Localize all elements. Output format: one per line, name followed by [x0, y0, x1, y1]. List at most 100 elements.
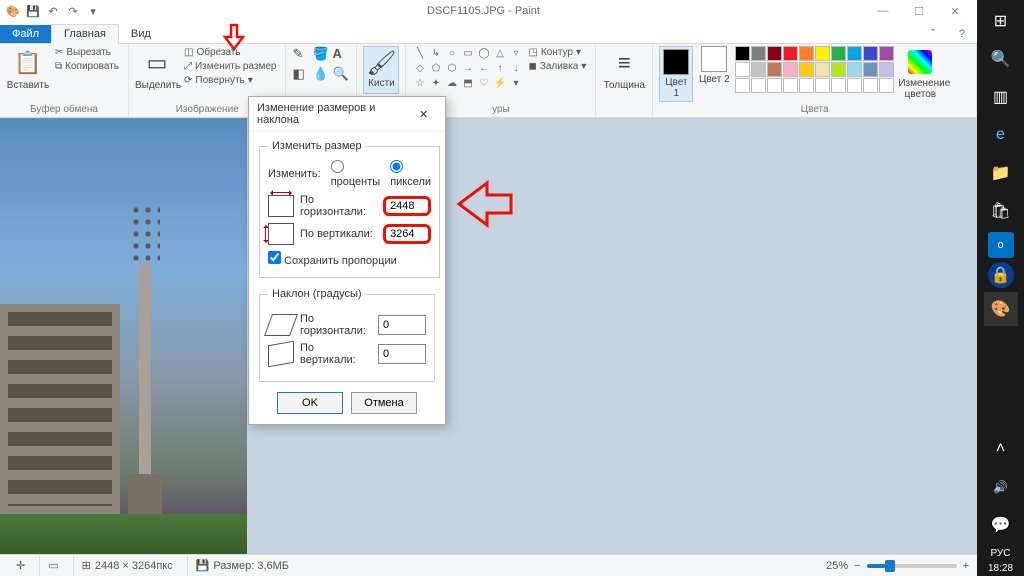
close-button[interactable]: ✕: [937, 0, 973, 22]
zoom-tool[interactable]: 🔍: [332, 66, 350, 82]
palette-swatch[interactable]: [847, 62, 862, 77]
tab-view[interactable]: Вид: [119, 25, 163, 43]
edge-icon[interactable]: e: [984, 118, 1018, 152]
palette-swatch[interactable]: [751, 46, 766, 61]
volume-icon[interactable]: 🔊: [984, 470, 1018, 504]
copy-button[interactable]: ⧉Копировать: [52, 60, 122, 73]
skew-legend: Наклон (градусы): [268, 288, 366, 300]
palette-swatch[interactable]: [863, 78, 878, 93]
edit-colors-button[interactable]: Изменение цветов: [898, 46, 942, 100]
palette-swatch[interactable]: [879, 78, 894, 93]
app-icon: 🎨: [4, 2, 22, 20]
thickness-button[interactable]: ≡Толщина: [602, 46, 646, 91]
ribbon-minimize-icon[interactable]: ˇ: [919, 25, 947, 43]
tab-file[interactable]: Файл: [0, 25, 51, 43]
palette-swatch[interactable]: [767, 78, 782, 93]
dialog-close-button[interactable]: ✕: [419, 105, 437, 123]
outlook-icon[interactable]: o: [988, 232, 1014, 258]
ribbon: 📋Вставить ✂Вырезать ⧉Копировать Буфер об…: [0, 44, 977, 118]
ribbon-tabs: Файл Главная Вид ˇ ?: [0, 22, 977, 44]
paste-button[interactable]: 📋Вставить: [6, 46, 50, 91]
palette-swatch[interactable]: [863, 46, 878, 61]
maximize-button[interactable]: ☐: [901, 0, 937, 22]
color2-button[interactable]: Цвет 2: [697, 46, 731, 85]
color1-button[interactable]: Цвет 1: [659, 46, 693, 102]
palette-swatch[interactable]: [767, 62, 782, 77]
cut-button[interactable]: ✂Вырезать: [52, 46, 122, 59]
select-icon: ▭: [135, 46, 179, 80]
text-tool[interactable]: A: [332, 46, 350, 61]
brush-button[interactable]: 🖌Кисти: [363, 46, 399, 94]
select-button[interactable]: ▭Выделить: [135, 46, 179, 91]
taskview-icon[interactable]: ▥: [984, 80, 1018, 114]
palette-swatch[interactable]: [751, 62, 766, 77]
fill-tool[interactable]: 🪣: [312, 46, 330, 62]
language-indicator[interactable]: РУС: [990, 548, 1010, 559]
palette-swatch[interactable]: [783, 62, 798, 77]
palette-swatch[interactable]: [799, 78, 814, 93]
palette-swatch[interactable]: [847, 78, 862, 93]
palette-swatch[interactable]: [799, 46, 814, 61]
file-size: 💾Размер: 3,6МБ: [187, 555, 289, 576]
copy-icon: ⧉: [55, 61, 62, 72]
zoom-slider[interactable]: [867, 564, 957, 568]
palette-swatch[interactable]: [767, 46, 782, 61]
picker-tool[interactable]: 💧: [312, 66, 330, 82]
ok-button[interactable]: OK: [277, 392, 343, 414]
palette-swatch[interactable]: [751, 78, 766, 93]
palette-swatch[interactable]: [735, 78, 750, 93]
cancel-button[interactable]: Отмена: [351, 392, 417, 414]
palette-swatch[interactable]: [863, 62, 878, 77]
fill-icon: ◼: [528, 61, 536, 72]
palette-swatch[interactable]: [815, 46, 830, 61]
palette-swatch[interactable]: [879, 62, 894, 77]
radio-pixels[interactable]: пиксели: [390, 160, 431, 188]
shapes-gallery[interactable]: ╲↳○▭◯△▿ ◇⬠⬡→←↑↓ ☆✦☁⬒♡⚡▾: [412, 46, 523, 90]
palette-swatch[interactable]: [815, 62, 830, 77]
redo-icon[interactable]: ↷: [64, 2, 82, 20]
palette-swatch[interactable]: [735, 62, 750, 77]
start-button[interactable]: ⊞: [984, 4, 1018, 38]
paint-taskbar-icon[interactable]: 🎨: [984, 292, 1018, 326]
search-icon[interactable]: 🔍: [984, 42, 1018, 76]
palette-swatch[interactable]: [831, 46, 846, 61]
action-center-icon[interactable]: 💬: [984, 508, 1018, 542]
palette-swatch[interactable]: [847, 46, 862, 61]
outline-button[interactable]: ◳Контур ▾: [525, 46, 589, 59]
rotate-button[interactable]: ⟳Повернуть ▾: [181, 74, 279, 87]
store-icon[interactable]: 🛍: [984, 194, 1018, 228]
undo-icon[interactable]: ↶: [44, 2, 62, 20]
explorer-icon[interactable]: 📁: [984, 156, 1018, 190]
pencil-tool[interactable]: ✎: [292, 46, 310, 62]
palette-swatch[interactable]: [831, 62, 846, 77]
skew-h-input[interactable]: [378, 315, 426, 335]
save-icon[interactable]: 💾: [24, 2, 42, 20]
palette-swatch[interactable]: [799, 62, 814, 77]
skew-v-input[interactable]: [378, 344, 426, 364]
horizontal-input[interactable]: [383, 196, 431, 216]
annotation-arrow-down: [219, 23, 249, 58]
help-icon[interactable]: ?: [947, 25, 977, 43]
tray-chevron-icon[interactable]: ˄: [984, 432, 1018, 466]
zoom-out-button[interactable]: −: [854, 560, 860, 572]
fill-button[interactable]: ◼Заливка ▾: [525, 60, 589, 73]
palette-swatch[interactable]: [783, 46, 798, 61]
resize-button[interactable]: ⤢Изменить размер: [181, 60, 279, 73]
color-palette[interactable]: [735, 46, 894, 93]
palette-swatch[interactable]: [783, 78, 798, 93]
keep-aspect-checkbox[interactable]: Сохранить пропорции: [268, 255, 397, 267]
zoom-value: 25%: [826, 560, 848, 572]
vertical-input[interactable]: [383, 224, 431, 244]
tab-home[interactable]: Главная: [51, 24, 119, 44]
palette-swatch[interactable]: [831, 78, 846, 93]
zoom-in-button[interactable]: +: [963, 560, 969, 572]
eraser-tool[interactable]: ◧: [292, 66, 310, 82]
palette-swatch[interactable]: [879, 46, 894, 61]
palette-swatch[interactable]: [815, 78, 830, 93]
minimize-button[interactable]: —: [865, 0, 901, 22]
clock[interactable]: 18:28: [988, 563, 1013, 574]
palette-swatch[interactable]: [735, 46, 750, 61]
radio-percent[interactable]: проценты: [331, 160, 381, 188]
lock-icon[interactable]: 🔒: [988, 262, 1014, 288]
qat-dropdown-icon[interactable]: ▾: [84, 2, 102, 20]
